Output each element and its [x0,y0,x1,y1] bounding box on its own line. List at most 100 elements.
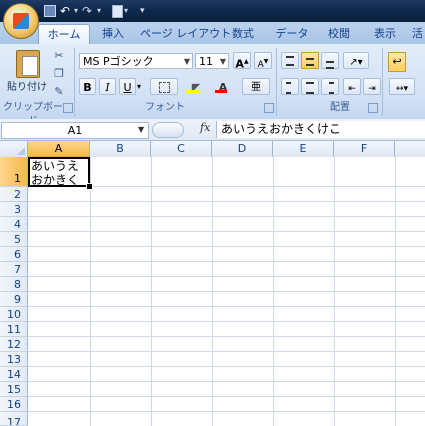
tab-formulas[interactable]: 数式 [226,24,260,43]
row-header-16[interactable]: 16 [0,397,28,412]
row-header-13[interactable]: 13 [0,352,28,367]
shrink-font-button[interactable]: A▼ [254,52,272,70]
office-logo-icon [13,13,29,29]
align-left-button[interactable] [281,78,299,95]
gridline [28,321,425,322]
phonetic-guide-button[interactable]: 亜 [242,78,270,95]
tab-addin[interactable]: 活 [410,24,425,43]
redo-dropdown-icon[interactable]: ▾ [97,4,101,18]
tab-home[interactable]: ホーム [38,24,90,44]
gridline [28,351,425,352]
row-header-9[interactable]: 9 [0,292,28,307]
save-icon[interactable] [44,5,56,17]
select-all-button[interactable] [0,141,28,157]
italic-button[interactable]: I [99,78,116,95]
font-group-label: フォント [145,102,185,113]
fill-handle[interactable] [86,183,93,190]
borders-icon [158,82,170,93]
row-header-5[interactable]: 5 [0,232,28,247]
align-bottom-button[interactable] [321,52,339,69]
align-center-button[interactable] [301,78,319,95]
row-header-11[interactable]: 11 [0,322,28,337]
font-size-value: 11 [199,55,213,68]
row-header-7[interactable]: 7 [0,262,28,277]
office-button[interactable] [3,3,39,39]
gridline [28,231,425,232]
row-header-3[interactable]: 3 [0,202,28,217]
format-painter-icon[interactable]: ✎ [52,85,66,99]
column-header-b[interactable]: B [90,141,151,157]
row-header-6[interactable]: 6 [0,247,28,262]
orientation-icon: ↗▾ [349,57,363,68]
paste-label: 貼り付け [7,82,47,93]
wrap-text-button[interactable]: ↩ [388,52,406,72]
customize-icon[interactable]: ▾ [140,4,154,18]
gridline [28,381,425,382]
align-right-button[interactable] [321,78,339,95]
merge-center-button[interactable]: ↔▾ [389,78,415,95]
font-color-button[interactable]: A [211,78,235,95]
tab-insert[interactable]: 挿入 [96,24,130,43]
row-header-1[interactable]: 1 [0,157,28,187]
print-dropdown-icon[interactable]: ▾ [124,4,128,18]
font-launcher-icon[interactable] [264,103,274,113]
underline-button[interactable]: U [119,78,136,95]
name-box[interactable]: A1 [1,122,149,139]
font-color-swatch [215,90,227,93]
align-left-icon [286,82,291,94]
tab-review[interactable]: 校閲 [322,24,356,43]
orientation-button[interactable]: ↗▾ [343,52,369,69]
row-header-12[interactable]: 12 [0,337,28,352]
column-header-g-partial[interactable] [395,141,425,157]
gridline [28,261,425,262]
font-size-combo[interactable]: 11 ▼ [195,53,229,69]
row-header-8[interactable]: 8 [0,277,28,292]
chevron-down-icon[interactable]: ▼ [138,122,144,137]
column-header-d[interactable]: D [212,141,273,157]
gridline [28,366,425,367]
wrap-text-icon: ↩ [392,55,402,68]
tab-page-layout[interactable]: ページ レイアウト [140,24,231,43]
row-header-2[interactable]: 2 [0,187,28,202]
alignment-launcher-icon[interactable] [368,103,378,113]
copy-icon[interactable]: ❐ [52,67,66,81]
bold-button[interactable]: B [79,78,96,95]
column-header-e[interactable]: E [273,141,334,157]
row-header-4[interactable]: 4 [0,217,28,232]
font-name-combo[interactable]: MS Pゴシック ▼ [79,53,193,69]
undo-dropdown-icon[interactable]: ▾ [74,4,78,18]
tab-data[interactable]: データ [272,24,312,43]
row-header-10[interactable]: 10 [0,307,28,322]
paste-sheet-icon [22,56,38,76]
align-top-button[interactable] [281,52,299,69]
fill-color-button[interactable]: ◤ [183,78,209,95]
gridline [28,336,425,337]
gridline [28,201,425,202]
align-right-icon [329,82,334,94]
column-header-a[interactable]: A [28,141,90,157]
decrease-indent-button[interactable]: ⇤ [343,78,361,95]
redo-icon[interactable]: ↷ [82,4,96,18]
align-middle-button[interactable] [301,52,319,69]
cut-icon[interactable]: ✂ [52,49,66,63]
row-header-17[interactable]: 17 [0,412,28,426]
grow-font-label: A [235,57,244,71]
row-header-14[interactable]: 14 [0,367,28,382]
cell-a1[interactable]: あいうえおかきくけこ [28,157,90,187]
borders-button[interactable] [150,78,178,95]
underline-dropdown-icon[interactable]: ▾ [137,82,141,91]
fill-color-swatch [186,90,200,93]
column-header-f[interactable]: F [334,141,395,157]
insert-function-button[interactable]: fx [200,121,210,134]
row-header-15[interactable]: 15 [0,382,28,397]
gridline [28,216,425,217]
undo-icon[interactable]: ↶ [60,4,74,18]
tab-view[interactable]: 表示 [368,24,402,43]
grow-font-button[interactable]: A▲ [233,52,251,71]
column-header-c[interactable]: C [151,141,212,157]
formula-input[interactable]: あいうえおかきくけこ [216,121,425,138]
print-preview-icon[interactable] [112,5,123,18]
formula-bar-resize-handle[interactable] [152,122,184,138]
increase-indent-button[interactable]: ⇥ [363,78,381,95]
clipboard-launcher-icon[interactable] [63,103,73,113]
